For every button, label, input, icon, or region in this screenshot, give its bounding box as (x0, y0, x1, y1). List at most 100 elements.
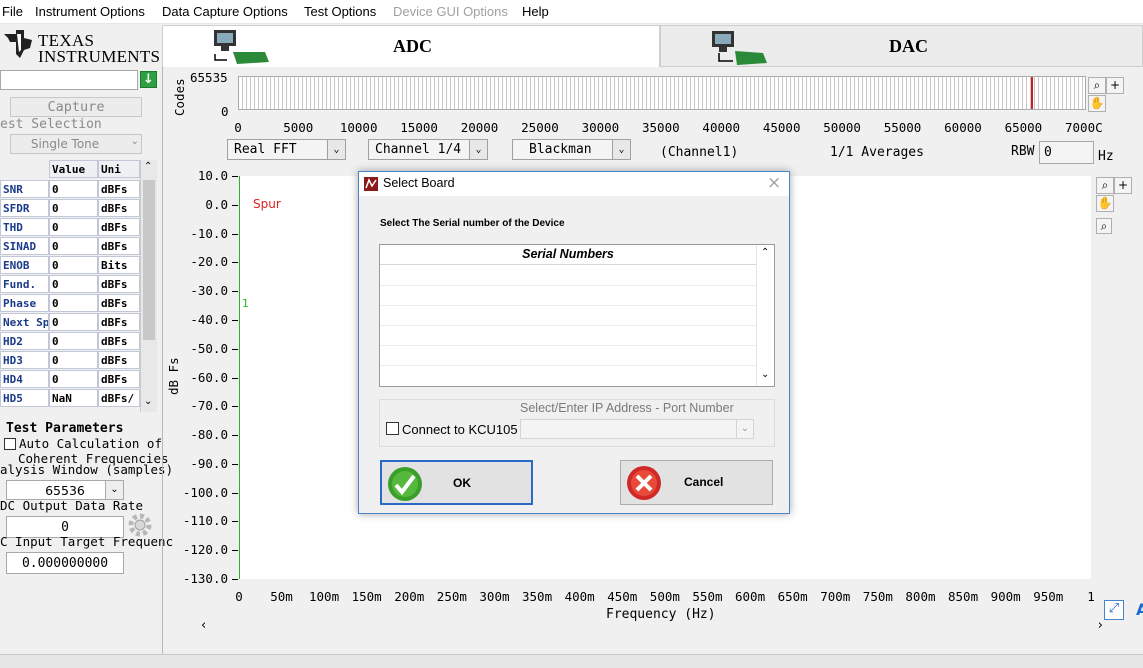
cancel-button[interactable]: Cancel (620, 460, 773, 505)
metric-value: 0 (49, 275, 98, 293)
metric-value: NaN (49, 389, 98, 407)
metrics-row[interactable]: HD5 NaN dBFs/ (0, 389, 140, 408)
expand-icon[interactable]: ⤢ (1104, 600, 1124, 620)
spectrum-y-axis-label: dB Fs (166, 357, 181, 395)
crosshair-icon[interactable]: + (1106, 77, 1124, 94)
chevron-down-icon: ⌄ (130, 136, 139, 147)
ip-address-select[interactable]: ⌄ (520, 419, 754, 439)
auto-calc-checkbox[interactable] (4, 438, 16, 450)
codes-histogram-plot[interactable] (238, 76, 1086, 110)
spectrum-x-tick: 650m (777, 589, 808, 604)
fft-type-select[interactable]: Real FFT ⌄ (227, 139, 346, 160)
serial-numbers-list[interactable]: Serial Numbers ⌃ ⌄ (379, 244, 775, 387)
channel-text: (Channel1) (660, 145, 739, 160)
tab-dac[interactable]: DAC (660, 25, 1143, 67)
horizontal-scrollbar[interactable]: ‹ › (197, 618, 1107, 635)
metrics-row[interactable]: Fund. 0 dBFs (0, 275, 140, 294)
zoom-icon[interactable]: ⌕ (1088, 77, 1106, 94)
close-icon[interactable]: × (767, 173, 781, 193)
spectrum-y-tick-mark (232, 550, 238, 552)
metrics-row[interactable]: HD3 0 dBFs (0, 351, 140, 370)
spectrum-x-tick: 350m (522, 589, 553, 604)
metric-name: Fund. (0, 275, 49, 293)
rbw-label: RBW (1011, 144, 1035, 159)
metric-name: SINAD (0, 237, 49, 255)
scroll-down-icon[interactable]: ⌄ (144, 396, 152, 407)
scroll-down-icon[interactable]: ⌄ (761, 369, 769, 380)
metric-value: 0 (49, 313, 98, 331)
scroll-right-icon[interactable]: › (1098, 618, 1103, 633)
codes-x-tick: 15000 (400, 120, 438, 135)
metric-name: THD (0, 218, 49, 236)
metrics-row[interactable]: ENOB 0 Bits (0, 256, 140, 275)
auto-calc-label: Auto Calculation of (19, 436, 162, 451)
metrics-scrollbar[interactable]: ⌃ ⌄ (140, 160, 157, 412)
spectrum-x-tick: 850m (948, 589, 979, 604)
tab-adc[interactable]: ADC (162, 25, 660, 67)
codes-x-tick: 10000 (339, 120, 378, 135)
channel-select[interactable]: Channel 1/4 ⌄ (368, 139, 488, 160)
device-search-input[interactable] (0, 70, 138, 90)
connect-kcu105-checkbox[interactable] (386, 422, 399, 435)
menu-device-gui-options[interactable]: Device GUI Options (393, 4, 508, 19)
spectrum-y-tick-mark (232, 233, 238, 235)
list-scrollbar[interactable]: ⌃ ⌄ (756, 245, 774, 386)
metric-name: HD2 (0, 332, 49, 350)
metrics-row[interactable]: SFDR 0 dBFs (0, 199, 140, 218)
metrics-scrollbar-thumb[interactable] (143, 180, 155, 340)
menu-instrument-options[interactable]: Instrument Options (35, 4, 145, 19)
spectrum-y-tick: -120.0 (182, 542, 228, 558)
rbw-input[interactable]: 0 (1039, 141, 1094, 164)
pan-hand-icon[interactable]: ✋ (1096, 195, 1114, 212)
metrics-row[interactable]: THD 0 dBFs (0, 218, 140, 237)
metrics-row[interactable]: Next Sp 0 dBFs (0, 313, 140, 332)
metrics-row[interactable]: HD4 0 dBFs (0, 370, 140, 389)
download-arrow-icon[interactable]: ↓ (140, 71, 157, 88)
menu-file[interactable]: File (2, 4, 23, 19)
scroll-left-icon[interactable]: ‹ (201, 618, 206, 633)
pan-hand-icon[interactable]: ✋ (1088, 95, 1106, 112)
adc-board-icon (214, 30, 269, 64)
spectrum-x-tick: 700m (820, 589, 851, 604)
ok-button[interactable]: OK (380, 460, 533, 505)
metric-unit: Bits (98, 256, 140, 274)
codes-x-tick: 35000 (642, 120, 680, 135)
metrics-row[interactable]: SINAD 0 dBFs (0, 237, 140, 256)
metrics-row[interactable]: HD2 0 dBFs (0, 332, 140, 351)
averages-text: 1/1 Averages (830, 145, 924, 160)
spectrum-x-tick: 150m (351, 589, 382, 604)
ti-logo-icon (4, 30, 32, 58)
menu-test-options[interactable]: Test Options (304, 4, 376, 19)
analysis-window-select[interactable]: 65536 ⌄ (6, 480, 124, 500)
spectrum-x-tick: 500m (649, 589, 680, 604)
channel-value: Channel 1/4 (375, 142, 462, 157)
spectrum-x-tick: 400m (564, 589, 595, 604)
scroll-up-icon[interactable]: ⌃ (761, 247, 769, 258)
codes-x-tick: 0 (234, 120, 242, 135)
spectrum-x-tick: 200m (394, 589, 425, 604)
crosshair-icon[interactable]: + (1114, 177, 1132, 194)
metric-name: HD5 (0, 389, 49, 407)
spectrum-y-tick-mark (232, 463, 238, 465)
window-select[interactable]: Blackman ⌄ (512, 139, 631, 160)
codes-x-tick: 45000 (762, 120, 801, 135)
menu-data-capture-options[interactable]: Data Capture Options (162, 4, 288, 19)
test-selection-dropdown[interactable]: Single Tone ⌄ (10, 134, 142, 154)
metrics-header-value: Value (49, 160, 98, 178)
scroll-up-icon[interactable]: ⌃ (144, 161, 152, 172)
spectrum-y-tick-mark (232, 204, 238, 206)
capture-button[interactable]: Capture (10, 97, 142, 117)
chevron-down-icon[interactable]: ⌄ (105, 481, 123, 499)
metrics-row[interactable]: Phase 0 dBFs (0, 294, 140, 313)
spectrum-y-tick-mark (232, 262, 238, 264)
list-divider (380, 345, 756, 346)
target-freq-input[interactable]: 0.000000000 (6, 552, 124, 574)
menu-help[interactable]: Help (522, 4, 549, 19)
magnifier-icon[interactable]: ⌕ (1096, 218, 1112, 234)
metric-value: 0 (49, 351, 98, 369)
spectrum-x-tick: 900m (990, 589, 1021, 604)
spectrum-x-tick: 950m (1033, 589, 1064, 604)
metrics-row[interactable]: SNR 0 dBFs (0, 180, 140, 199)
zoom-icon[interactable]: ⌕ (1096, 177, 1114, 194)
metric-value: 0 (49, 370, 98, 388)
